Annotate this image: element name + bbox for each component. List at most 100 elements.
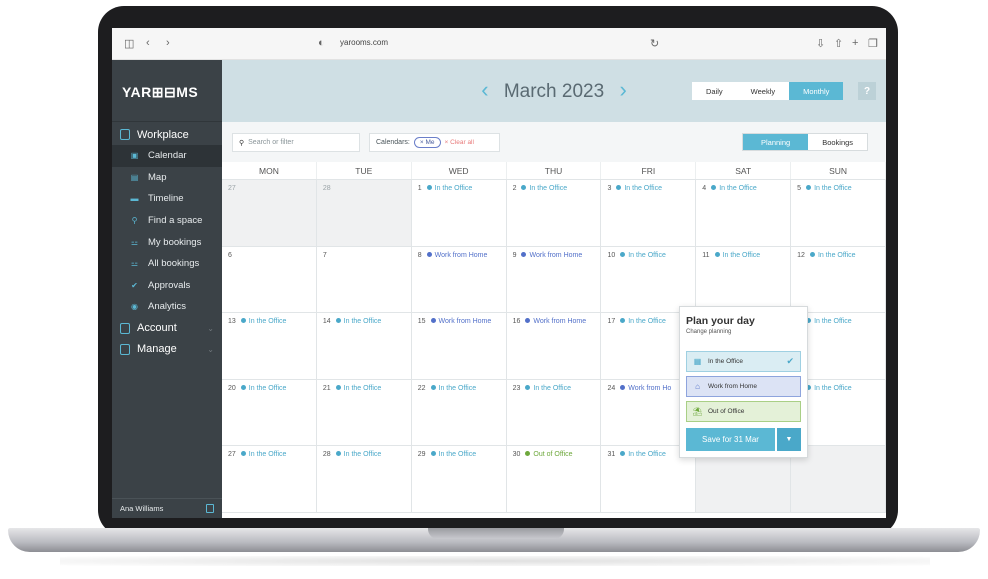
calendar-day-cell[interactable]: 3 In the Office xyxy=(601,180,697,246)
share-icon[interactable]: ⇧ xyxy=(834,37,843,50)
download-icon[interactable]: ⇩ xyxy=(816,37,825,50)
sidebar-item-all-bookings[interactable]: ⚍ All bookings xyxy=(112,253,222,275)
tab-bookings[interactable]: Bookings xyxy=(808,134,868,150)
calendar-day-cell[interactable]: 20 In the Office xyxy=(222,379,317,445)
calendar-day-cell[interactable]: 2 In the Office xyxy=(507,180,602,246)
calendar-day-cell[interactable]: 10 In the Office xyxy=(601,246,697,312)
status-label[interactable]: In the Office xyxy=(249,451,287,458)
calendar-day-cell[interactable]: 12 In the Office xyxy=(791,246,886,312)
status-label[interactable]: In the Office xyxy=(344,451,382,458)
calendar-day-cell[interactable]: 7 xyxy=(317,246,412,312)
calendar-day-cell[interactable]: 9 Work from Home xyxy=(507,246,602,312)
calendar-day-cell[interactable]: 1 In the Office xyxy=(412,180,507,246)
sidebar-item-calendar[interactable]: ▣ Calendar xyxy=(112,145,222,167)
calendar-day-cell[interactable]: 23 In the Office xyxy=(507,379,602,445)
calendar-day-cell[interactable]: 28 In the Office xyxy=(317,446,412,512)
sidebar-section-manage[interactable]: Manage ⌄ xyxy=(112,339,222,360)
calendar-day-cell[interactable]: 15 Work from Home xyxy=(412,313,507,379)
status-dot xyxy=(525,384,531,390)
sidebar-toggle-icon[interactable]: ◫ xyxy=(124,37,134,50)
calendar-day-cell[interactable]: 30 Out of Office xyxy=(507,446,602,512)
status-label[interactable]: In the Office xyxy=(814,185,852,192)
status-label[interactable]: In the Office xyxy=(818,252,856,259)
calendar-day-cell[interactable]: 16 Work from Home xyxy=(507,313,602,379)
forward-icon[interactable]: › xyxy=(166,37,170,49)
weekday-label: THU xyxy=(507,162,602,179)
calendar-chip-me[interactable]: × Me xyxy=(413,137,441,148)
status-label[interactable]: In the Office xyxy=(529,185,567,192)
status-label[interactable]: Work from Home xyxy=(533,318,586,325)
status-label[interactable]: In the Office xyxy=(435,185,473,192)
calendar-day-cell[interactable]: 28 xyxy=(316,180,412,246)
back-icon[interactable]: ‹ xyxy=(146,37,150,49)
tab-planning[interactable]: Planning xyxy=(743,134,809,150)
search-input[interactable]: ⚲ Search or filter xyxy=(232,133,360,152)
status-label[interactable]: In the Office xyxy=(439,385,477,392)
option-out-of-office[interactable]: ⛱ Out of Office xyxy=(686,401,801,422)
sidebar-item-timeline[interactable]: ▬ Timeline xyxy=(112,188,222,210)
calendar-day-cell[interactable]: 22 In the Office xyxy=(412,379,507,445)
sidebar-item-analytics[interactable]: ◉ Analytics xyxy=(112,296,222,318)
sidebar-item-map[interactable]: ▤ Map xyxy=(112,167,222,189)
option-work-from-home[interactable]: ⌂ Work from Home xyxy=(686,376,801,397)
tab-monthly[interactable]: Monthly xyxy=(789,82,844,100)
calendar-day-cell[interactable]: 6 xyxy=(222,246,317,312)
calendar-day-cell[interactable]: 11 In the Office xyxy=(696,246,792,312)
calendar-day-cell[interactable]: 27 In the Office xyxy=(222,446,317,512)
status-label[interactable]: In the Office xyxy=(249,318,287,325)
next-month-icon[interactable]: › xyxy=(609,77,636,102)
status-label[interactable]: In the Office xyxy=(628,318,666,325)
calendar-day-cell[interactable]: 29 In the Office xyxy=(412,446,507,512)
status-dot xyxy=(240,318,246,323)
tabs-icon[interactable]: ❐ xyxy=(868,37,878,50)
status-dot xyxy=(711,185,717,190)
status-label[interactable]: Out of Office xyxy=(533,451,572,458)
tab-daily[interactable]: Daily xyxy=(692,82,737,100)
calendar-day-cell[interactable]: 5 In the Office xyxy=(791,180,886,246)
calendar-day-cell[interactable]: 8 Work from Home xyxy=(412,246,507,312)
calendars-filter[interactable]: Calendars: × Me × Clear all xyxy=(369,133,500,152)
sidebar-item-find-space[interactable]: ⚲ Find a space xyxy=(112,210,222,232)
status-label[interactable]: In the Office xyxy=(439,451,477,458)
help-button[interactable]: ? xyxy=(858,82,876,100)
status-label[interactable]: In the Office xyxy=(624,185,662,192)
save-button[interactable]: Save for 31 Mar xyxy=(686,428,775,451)
status-label[interactable]: In the Office xyxy=(814,385,852,392)
sidebar-item-my-bookings[interactable]: ⚍ My bookings xyxy=(112,231,222,253)
status-dot xyxy=(620,384,626,390)
logout-icon[interactable] xyxy=(206,504,214,513)
calendar-day-cell[interactable]: 27 xyxy=(222,180,317,246)
status-label[interactable]: In the Office xyxy=(814,318,852,325)
clear-all-link[interactable]: × Clear all xyxy=(445,139,474,146)
url-text[interactable]: yarooms.com xyxy=(340,38,388,47)
status-label[interactable]: In the Office xyxy=(344,318,382,325)
status-label[interactable]: Work from Home xyxy=(529,252,582,259)
status-label[interactable]: In the Office xyxy=(628,451,666,458)
status-label[interactable]: In the Office xyxy=(533,385,571,392)
chevron-down-icon[interactable]: ▼ xyxy=(777,428,801,451)
new-tab-icon[interactable]: + xyxy=(852,37,858,49)
status-label[interactable]: Work from Home xyxy=(439,318,492,325)
sidebar-item-approvals[interactable]: ✔ Approvals xyxy=(112,275,222,297)
status-label[interactable]: Work from Ho xyxy=(628,385,671,392)
status-label[interactable]: In the Office xyxy=(719,185,757,192)
screen: ◫ ‹ › ◐ yarooms.com ↻ ⇩ ⇧ + ❐ YAR⊞⊟MS Wo… xyxy=(112,28,886,518)
calendar-day-cell[interactable]: 4 In the Office xyxy=(696,180,792,246)
reload-icon[interactable]: ↻ xyxy=(650,37,659,50)
status-label[interactable]: In the Office xyxy=(628,252,666,259)
status-label[interactable]: In the Office xyxy=(344,385,382,392)
status-label[interactable]: In the Office xyxy=(249,385,287,392)
status-label[interactable]: In the Office xyxy=(723,252,761,259)
prev-month-icon[interactable]: ‹ xyxy=(471,77,498,102)
user-name[interactable]: Ana Williams xyxy=(120,504,163,513)
option-in-office[interactable]: ▦ In the Office ✔ xyxy=(686,351,801,372)
calendar-day-cell[interactable]: 21 In the Office xyxy=(317,379,412,445)
calendar-day-cell[interactable]: 14 In the Office xyxy=(317,313,412,379)
privacy-icon[interactable]: ◐ xyxy=(318,37,325,49)
sidebar-section-workplace[interactable]: Workplace xyxy=(112,124,222,145)
calendar-day-cell[interactable]: 13 In the Office xyxy=(222,313,317,379)
status-label[interactable]: Work from Home xyxy=(435,252,488,259)
tab-weekly[interactable]: Weekly xyxy=(736,82,790,100)
sidebar-section-account[interactable]: Account ⌄ xyxy=(112,318,222,339)
logo[interactable]: YAR⊞⊟MS xyxy=(112,60,222,122)
